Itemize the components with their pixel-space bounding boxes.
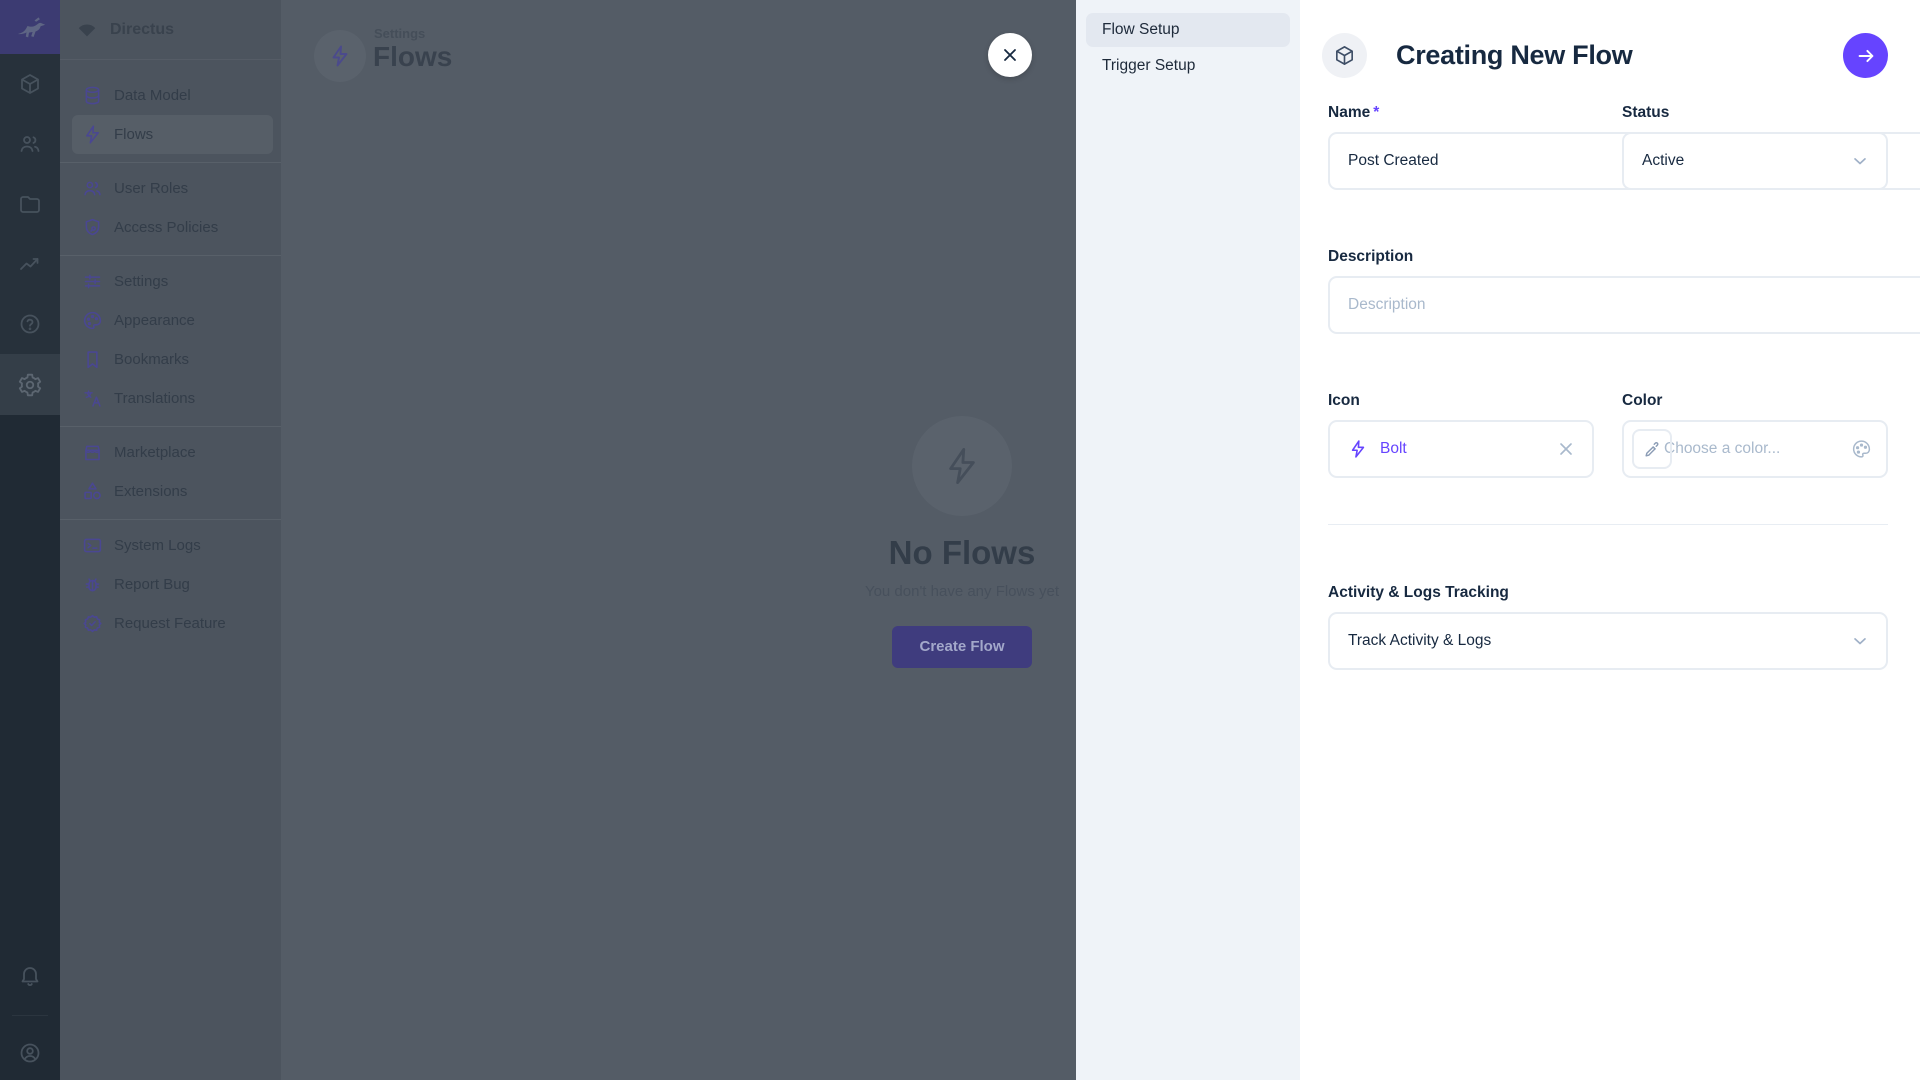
tracking-label: Activity & Logs Tracking xyxy=(1328,584,1509,602)
box-icon xyxy=(1333,44,1356,67)
close-icon xyxy=(1000,45,1020,65)
drawer-nav-trigger-setup[interactable]: Trigger Setup xyxy=(1086,49,1290,83)
bolt-icon xyxy=(1348,439,1368,459)
icon-value: Bolt xyxy=(1380,440,1407,458)
palette-icon[interactable] xyxy=(1851,439,1872,460)
drawer-header-icon-circle xyxy=(1322,33,1367,78)
drawer-save-button[interactable] xyxy=(1843,33,1888,78)
status-value: Active xyxy=(1642,152,1684,170)
chevron-down-icon xyxy=(1850,631,1870,651)
tracking-select[interactable]: Track Activity & Logs xyxy=(1328,612,1888,670)
drawer: Creating New Flow Name* Status Active De… xyxy=(1300,0,1920,1080)
chevron-down-icon xyxy=(1850,151,1870,171)
description-input[interactable] xyxy=(1328,276,1920,334)
color-placeholder: Choose a color... xyxy=(1664,440,1780,458)
icon-label: Icon xyxy=(1328,392,1360,410)
color-label: Color xyxy=(1622,392,1662,410)
clear-icon[interactable] xyxy=(1556,439,1576,459)
name-label: Name* xyxy=(1328,104,1379,122)
section-divider xyxy=(1328,524,1888,525)
drawer-close-button[interactable] xyxy=(988,33,1032,77)
status-label: Status xyxy=(1622,104,1669,122)
icon-select[interactable]: Bolt xyxy=(1328,420,1594,478)
drawer-nav: Flow Setup Trigger Setup xyxy=(1076,0,1300,1080)
description-label: Description xyxy=(1328,248,1413,266)
tracking-value: Track Activity & Logs xyxy=(1348,632,1491,650)
color-input[interactable]: Choose a color... xyxy=(1622,420,1888,478)
status-select[interactable]: Active xyxy=(1622,132,1888,190)
eyedropper-button[interactable] xyxy=(1632,429,1672,469)
drawer-nav-flow-setup[interactable]: Flow Setup xyxy=(1086,13,1290,47)
eyedropper-icon xyxy=(1643,440,1662,459)
drawer-overlay[interactable] xyxy=(0,0,1076,1080)
drawer-title: Creating New Flow xyxy=(1396,40,1632,71)
required-asterisk: * xyxy=(1373,104,1379,121)
arrow-right-icon xyxy=(1855,45,1877,67)
